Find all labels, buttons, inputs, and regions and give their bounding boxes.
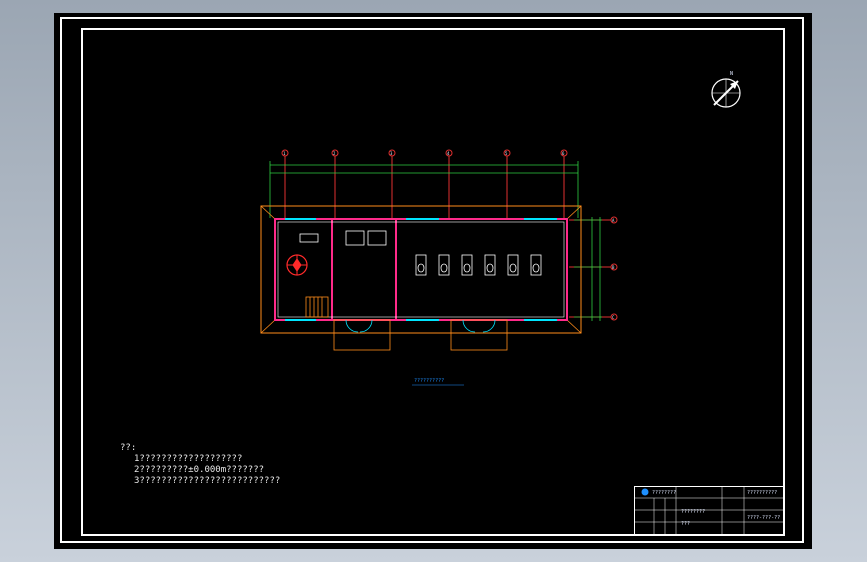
red-symbol-icon xyxy=(286,254,308,276)
svg-text:2: 2 xyxy=(333,151,336,156)
note-line-3: 3?????????????????????????? xyxy=(134,476,281,486)
svg-text:A: A xyxy=(612,218,615,223)
title-block xyxy=(634,486,785,536)
svg-text:5: 5 xyxy=(505,151,508,156)
cad-viewport[interactable]: N ?????????? 1 2 3 4 5 6 A B C ???????? … xyxy=(0,0,867,562)
walls xyxy=(274,218,568,321)
svg-text:B: B xyxy=(612,265,615,270)
axis-grid-right xyxy=(569,216,618,321)
svg-text:4: 4 xyxy=(447,151,450,156)
equipment-boxes xyxy=(299,230,387,246)
stairs xyxy=(305,296,329,318)
drawing-sheet: N ?????????? 1 2 3 4 5 6 A B C ???????? … xyxy=(54,13,812,549)
svg-text:6: 6 xyxy=(562,151,565,156)
toilet-fixtures xyxy=(415,254,542,276)
compass-north-label: N xyxy=(730,71,733,77)
axis-grid-top xyxy=(281,149,568,219)
entrance-steps xyxy=(333,319,508,351)
note-line-2: 2?????????±0.000m??????? xyxy=(134,465,265,475)
doors xyxy=(345,319,496,333)
plan-title: ?????????? xyxy=(414,378,444,384)
svg-text:1: 1 xyxy=(283,151,286,156)
notes-title: ??: xyxy=(120,443,137,453)
note-line-1: 1??????????????????? xyxy=(134,454,243,464)
north-arrow-icon: N xyxy=(711,71,741,108)
svg-text:3: 3 xyxy=(390,151,393,156)
svg-text:C: C xyxy=(612,315,615,320)
